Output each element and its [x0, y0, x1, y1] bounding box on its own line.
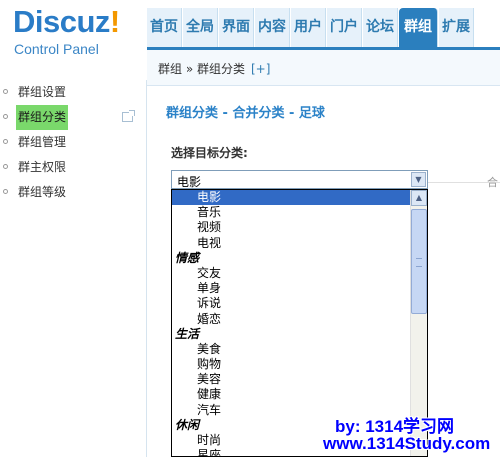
watermark: by: 1314学习网 www.1314Study.com	[323, 412, 500, 457]
dropdown-option[interactable]: 美容	[172, 372, 411, 387]
nav-tab-content[interactable]: 内容	[255, 8, 290, 47]
dropdown-option[interactable]: 美食	[172, 342, 411, 357]
page-title: 群组分类 - 合并分类 - 足球	[166, 106, 325, 121]
dropdown-option[interactable]: 电影	[172, 190, 411, 206]
nav-tab-user[interactable]: 用户	[291, 8, 326, 47]
nav-tab-style[interactable]: 界面	[219, 8, 254, 47]
dropdown-option[interactable]: 健康	[172, 387, 411, 402]
scroll-up-arrow-icon[interactable]: ▲	[411, 190, 427, 206]
breadcrumb: 群组 » 群组分类 [+]	[158, 60, 270, 77]
nav-tab-home[interactable]: 首页	[147, 8, 182, 47]
logo-subtitle: Control Panel	[14, 41, 99, 57]
dropdown-optgroup-label: 情感	[175, 250, 200, 265]
nav-tab-extend[interactable]: 扩展	[439, 8, 474, 47]
sidebar-item-group-settings[interactable]: 群组设置	[0, 80, 146, 105]
breadcrumb-text: 群组 » 群组分类	[158, 62, 245, 76]
dropdown-optgroup-label: 生活	[175, 326, 200, 341]
scrollbar-thumb[interactable]	[411, 209, 427, 314]
sidebar-item-label: 群组分类	[16, 105, 69, 130]
bullet-icon	[3, 164, 8, 169]
watermark-line-2: www.1314Study.com	[323, 434, 491, 453]
dropdown-option[interactable]: 购物	[172, 357, 411, 372]
add-shortcut-link[interactable]: [+]	[251, 62, 270, 76]
sidebar: 群组设置 群组分类 群组管理 群主权限 群组等级	[0, 80, 147, 457]
dropdown-option[interactable]: 电视	[172, 236, 411, 251]
chevron-down-icon[interactable]: ▼	[411, 172, 426, 187]
nav-tab-portal[interactable]: 门户	[327, 8, 362, 47]
merge-hint-text: 合	[487, 176, 498, 189]
dropdown-option[interactable]: 视频	[172, 220, 411, 235]
logo-title: Discuz!	[13, 4, 120, 39]
main-content: 群组分类 - 合并分类 - 足球 选择目标分类: 电影 ▼ 合 电影 音乐 视频 电视…	[147, 86, 500, 457]
sidebar-item-label: 群主权限	[18, 160, 67, 174]
dropdown-option[interactable]: 交友	[172, 266, 411, 281]
sidebar-item-owner-permission[interactable]: 群主权限	[0, 155, 146, 180]
sidebar-item-label: 群组等级	[18, 185, 67, 199]
header: Discuz! Control Panel 首页 全局 界面 内容 用户 门户 …	[0, 0, 500, 57]
top-nav: 首页 全局 界面 内容 用户 门户 论坛 群组 扩展	[147, 8, 475, 47]
bullet-icon	[3, 89, 8, 94]
sidebar-item-label: 群组设置	[18, 85, 67, 99]
bullet-icon	[3, 189, 8, 194]
bullet-icon	[3, 139, 8, 144]
target-category-label: 选择目标分类:	[171, 146, 248, 160]
dropdown-option[interactable]: 单身	[172, 281, 411, 296]
open-new-window-icon[interactable]	[122, 110, 135, 122]
target-category-select[interactable]: 电影 ▼	[171, 170, 428, 189]
dropdown-option[interactable]: 诉说	[172, 296, 411, 311]
breadcrumb-bar: 群组 » 群组分类 [+]	[147, 47, 500, 86]
nav-tab-forum[interactable]: 论坛	[363, 8, 398, 47]
logo[interactable]: Discuz! Control Panel	[0, 0, 147, 80]
sidebar-item-label: 群组管理	[18, 135, 67, 149]
nav-tab-group[interactable]: 群组	[399, 8, 438, 47]
dropdown-option[interactable]: 婚恋	[172, 312, 411, 327]
sidebar-item-group-category[interactable]: 群组分类	[0, 105, 146, 130]
dropdown-option[interactable]: 音乐	[172, 205, 411, 220]
sidebar-item-group-level[interactable]: 群组等级	[0, 180, 146, 205]
select-value: 电影	[177, 175, 202, 189]
nav-tab-global[interactable]: 全局	[183, 8, 218, 47]
bullet-icon	[3, 114, 8, 119]
sidebar-item-group-manage[interactable]: 群组管理	[0, 130, 146, 155]
